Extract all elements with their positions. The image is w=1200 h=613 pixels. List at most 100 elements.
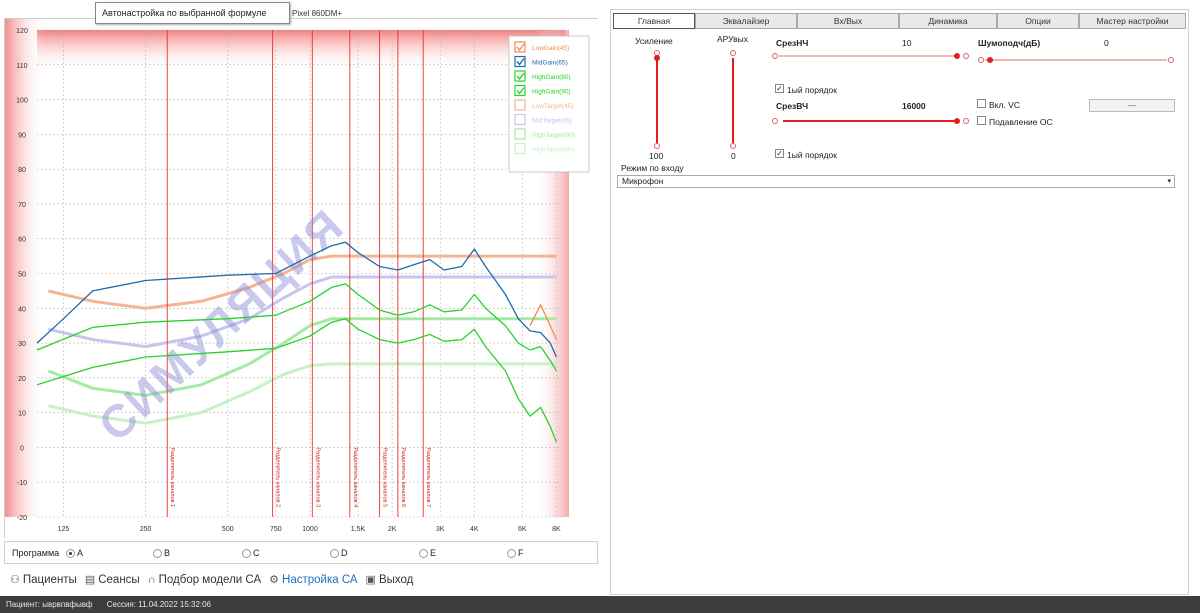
chart-left-shade xyxy=(5,19,45,517)
y-tick-label: 70 xyxy=(18,202,26,209)
y-tick-label: -20 xyxy=(17,515,27,522)
x-tick-label: 125 xyxy=(58,526,70,533)
program-option-label: E xyxy=(430,548,437,558)
y-tick-label: 110 xyxy=(16,63,27,70)
y-tick-label: 90 xyxy=(18,132,26,139)
vc-config-button[interactable]: — xyxy=(1089,99,1175,112)
program-option-label: C xyxy=(253,548,260,558)
legend-item-label: HighGain(90) xyxy=(532,89,571,96)
nav-item-label: Пациенты xyxy=(22,573,77,586)
gain-slider-thumb[interactable] xyxy=(654,55,660,61)
x-tick-label: 4K xyxy=(470,526,479,533)
vc-checkbox[interactable] xyxy=(977,99,986,108)
legend-item-label: MidTarget(65) xyxy=(532,118,572,125)
tab[interactable]: Главная xyxy=(613,13,695,29)
lowcut-order-checkbox[interactable]: ✓ xyxy=(775,84,784,93)
gain-chart-panel: -20 -10 0 10 20 30 40 50 60 70 80 90 100 110 120 125 250… xyxy=(4,18,599,539)
feedback-label: Подавление ОС xyxy=(989,117,1053,127)
tab[interactable]: Эквалайзер xyxy=(695,13,797,29)
legend-item-label: HighGain(80) xyxy=(532,74,571,81)
arum-slider[interactable] xyxy=(732,58,734,143)
legend-checkbox xyxy=(514,99,526,111)
program-option-a[interactable]: A xyxy=(66,548,83,558)
radio-icon xyxy=(153,548,162,558)
legend-item-label: HighTarget(90) xyxy=(532,147,575,154)
tab[interactable]: Динамика xyxy=(899,13,997,29)
x-tick-label: 250 xyxy=(140,526,152,533)
noise-max-marker xyxy=(1168,57,1174,63)
lowcut-label: СрезНЧ xyxy=(776,38,809,48)
x-tick-label: 500 xyxy=(222,526,234,533)
radio-icon xyxy=(330,548,339,558)
session-status: Сессия: 11.04.2022 15:32:06 xyxy=(106,600,212,609)
settings-tabs: Главная Эквалайзер Вх/Вых Динамика Опции Маст… xyxy=(613,13,1186,29)
x-tick-label: 3K xyxy=(436,526,445,533)
input-mode-select[interactable]: Микрофон ▾ xyxy=(617,175,1175,188)
y-tick-label: 30 xyxy=(18,341,26,348)
highcut-slider-thumb[interactable] xyxy=(954,118,960,124)
x-tick-label: 750 xyxy=(270,526,282,533)
y-tick-label: 50 xyxy=(18,272,26,279)
status-bar: Пациент: ыврвпвфывф Сессия: 11.04.2022 1… xyxy=(0,596,1200,613)
lowcut-slider-thumb[interactable] xyxy=(954,53,960,59)
legend-checkbox xyxy=(514,128,526,140)
tab[interactable]: Опции xyxy=(997,13,1079,29)
tab[interactable]: Вх/Вых xyxy=(797,13,899,29)
gain-slider[interactable] xyxy=(656,58,658,143)
program-option-e[interactable]: E xyxy=(419,548,436,558)
chart-top-shade xyxy=(37,30,565,70)
highcut-order-checkbox[interactable]: ✓ xyxy=(775,149,784,158)
arum-value: 0 xyxy=(731,151,736,161)
y-tick-label: 120 xyxy=(16,28,28,35)
nav-item[interactable]: ∩ Подбор модели СА xyxy=(148,573,261,586)
program-option-d[interactable]: D xyxy=(330,548,348,558)
tab[interactable]: Мастер настройки xyxy=(1079,13,1186,29)
nav-item[interactable]: ▤ Сеансы xyxy=(85,573,140,587)
highcut-min-marker xyxy=(772,118,778,124)
legend-item-label: HighTarget(80) xyxy=(532,132,575,139)
noise-min-marker xyxy=(978,57,984,63)
channel-divider-label: Разделитель каналов 4 xyxy=(352,447,358,507)
nav-item[interactable]: ⚙ Настройка СА xyxy=(269,573,357,587)
nav-item[interactable]: ▣ Выход xyxy=(365,573,414,587)
lowcut-min-marker xyxy=(772,53,778,59)
highcut-slider[interactable] xyxy=(783,120,958,122)
program-option-c[interactable]: C xyxy=(242,548,260,558)
radio-icon xyxy=(66,548,75,558)
noise-slider-thumb[interactable] xyxy=(987,57,993,63)
y-tick-label: 0 xyxy=(20,445,24,452)
program-option-label: A xyxy=(77,548,84,558)
bottom-navigation: ⚇ Пациенты ▤ Сеансы ∩ Подбор модели СА ⚙ Настро… xyxy=(10,573,414,587)
exit-icon: ▣ xyxy=(365,574,376,586)
feedback-checkbox[interactable] xyxy=(977,116,986,125)
headphones-icon: ∩ xyxy=(147,573,156,586)
nav-item-label: Сеансы xyxy=(98,573,140,586)
x-tick-label: 1,5K xyxy=(351,526,366,533)
y-tick-label: -10 xyxy=(17,480,27,487)
arum-min-marker xyxy=(730,143,736,149)
program-option-f[interactable]: F xyxy=(507,548,524,558)
lowcut-value: 10 xyxy=(902,38,912,48)
channel-divider-label: Разделитель каналов 6 xyxy=(400,447,406,507)
noise-slider[interactable] xyxy=(985,59,1167,61)
y-tick-label: 80 xyxy=(18,167,26,174)
arum-label: АРУвых xyxy=(717,34,748,44)
lowcut-max-marker xyxy=(963,53,969,59)
y-tick-label: 40 xyxy=(18,306,26,313)
gain-value: 100 xyxy=(649,151,664,161)
settings-panel: Главная Эквалайзер Вх/Вых Динамика Опции Маст… xyxy=(610,9,1189,595)
input-mode-value: Микрофон xyxy=(622,176,664,186)
channel-divider-label: Разделитель каналов 7 xyxy=(425,447,431,507)
lowcut-order-label: 1ый порядок xyxy=(787,85,837,95)
x-tick-label: 1000 xyxy=(302,526,318,533)
nav-item[interactable]: ⚇ Пациенты xyxy=(10,573,77,587)
y-tick-label: 20 xyxy=(18,376,26,383)
gain-chart: -20 -10 0 10 20 30 40 50 60 70 80 90 100 110 120 125 250… xyxy=(5,19,599,539)
program-option-b[interactable]: B xyxy=(153,548,170,558)
noise-value: 0 xyxy=(1104,38,1109,48)
program-option-label: B xyxy=(164,548,171,558)
nav-item-label: Выход xyxy=(378,573,414,586)
lowcut-slider[interactable] xyxy=(779,55,956,57)
highcut-label: СрезВЧ xyxy=(776,101,809,111)
program-selector: Программа A B C D E F xyxy=(4,541,598,564)
